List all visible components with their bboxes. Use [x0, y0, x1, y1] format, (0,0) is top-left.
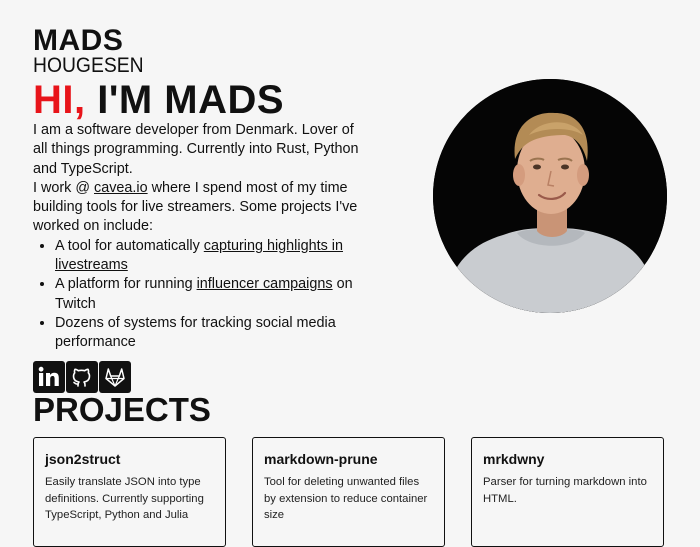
- cavea-link[interactable]: cavea.io: [94, 180, 148, 196]
- projects-heading: PROJECTS: [33, 391, 211, 428]
- hero-name: I'M MADS: [97, 78, 285, 122]
- project-title: markdown-prune: [264, 451, 378, 467]
- work-prefix: I work @: [33, 179, 94, 196]
- github-icon: [72, 368, 91, 387]
- portrait-illustration: [433, 79, 667, 313]
- intro-text: I am a software developer from Denmark. …: [33, 121, 363, 353]
- hero-title: HI, I'M MADS: [33, 78, 284, 122]
- github-button[interactable]: [66, 361, 98, 393]
- project-title: json2struct: [45, 451, 121, 467]
- project-card-mrkdwny[interactable]: mrkdwny Parser for turning markdown into…: [471, 437, 664, 547]
- gitlab-button[interactable]: [99, 361, 131, 393]
- hero-greeting: HI,: [33, 78, 86, 122]
- list-item: Dozens of systems for tracking social me…: [55, 314, 363, 353]
- project-description: Easily translate JSON into type definiti…: [45, 476, 204, 521]
- influencer-campaigns-link[interactable]: influencer campaigns: [197, 276, 333, 292]
- list-item: A platform for running influencer campai…: [55, 275, 363, 314]
- list-item-text: A platform for running: [55, 276, 197, 293]
- project-card-json2struct[interactable]: json2struct Easily translate JSON into t…: [33, 437, 226, 547]
- project-description: Parser for turning markdown into HTML.: [483, 476, 647, 505]
- list-item-text: A tool for automatically: [55, 237, 204, 254]
- project-card-markdown-prune[interactable]: markdown-prune Tool for deleting unwante…: [252, 437, 445, 547]
- list-item-text: Dozens of systems for tracking social me…: [55, 314, 336, 351]
- gitlab-icon: [105, 368, 125, 387]
- project-bullet-list: A tool for automatically capturing highl…: [33, 237, 363, 353]
- social-links: [33, 361, 131, 393]
- logo-first-name: MADS: [33, 24, 124, 57]
- linkedin-button[interactable]: [33, 361, 65, 393]
- work-paragraph: I work @ cavea.io where I spend most of …: [33, 179, 363, 237]
- project-title: mrkdwny: [483, 451, 545, 467]
- project-description: Tool for deleting unwanted files by exte…: [264, 476, 428, 521]
- site-logo[interactable]: MADS HOUGESEN: [33, 24, 153, 77]
- intro-paragraph: I am a software developer from Denmark. …: [33, 122, 359, 177]
- logo-last-name: HOUGESEN: [33, 54, 144, 77]
- linkedin-icon: [38, 366, 59, 386]
- profile-photo: [433, 79, 667, 313]
- list-item: A tool for automatically capturing highl…: [55, 237, 363, 276]
